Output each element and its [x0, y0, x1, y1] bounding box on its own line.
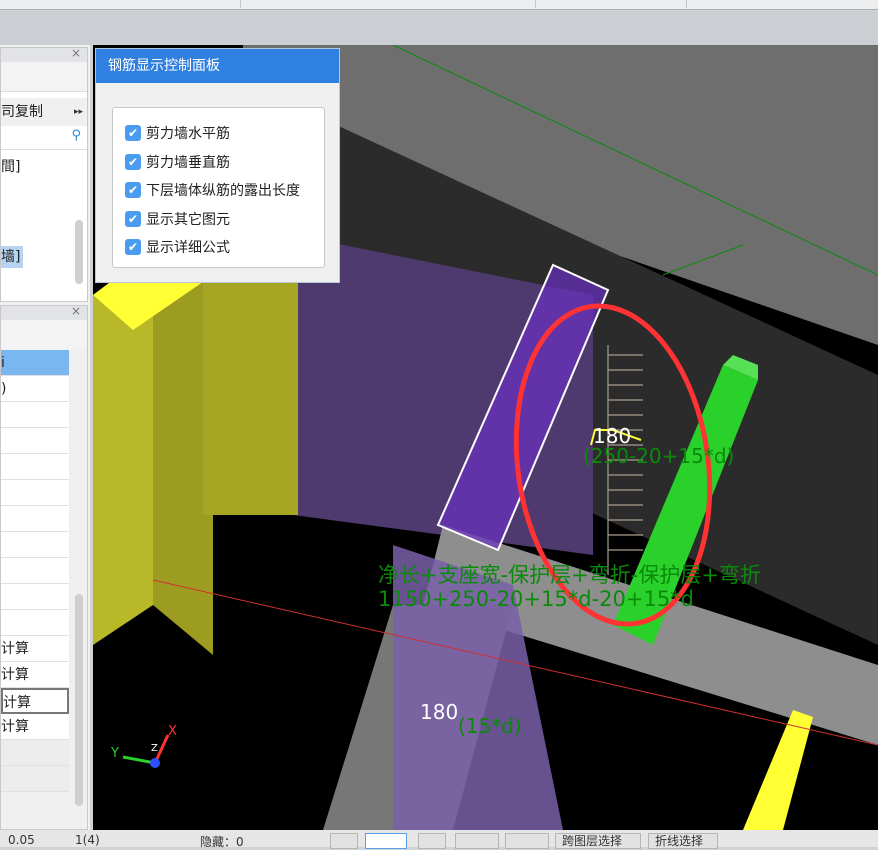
property-row[interactable] — [1, 740, 69, 766]
tree-item-selected[interactable]: 墙] — [1, 246, 24, 268]
property-row[interactable] — [1, 584, 69, 610]
formula-value: 1150+250-20+15*d-20+15*d — [378, 587, 694, 611]
copy-label: 司复制 — [1, 104, 43, 120]
option-label: 剪力墙垂直筋 — [146, 154, 230, 171]
search-input[interactable]: ⚲ — [1, 126, 87, 150]
double-arrow-right-icon[interactable]: ▸▸ — [74, 98, 83, 126]
svg-text:Z: Z — [151, 743, 158, 754]
panel-title: 钢筋显示控制面板 — [96, 49, 339, 83]
option-label: 显示详细公式 — [146, 240, 230, 257]
property-row[interactable] — [1, 506, 69, 532]
option-label: 下层墙体纵筋的露出长度 — [146, 183, 300, 200]
left-pane: × 司复制 ▸▸ ⚲ 間] 墙] × i) 计算 计算 计算 计算 — [0, 45, 90, 830]
copy-row[interactable]: 司复制 ▸▸ — [1, 98, 87, 126]
formula-label: 净长+支座宽-保护层+弯折-保护层+弯折 — [378, 563, 761, 587]
toolbar — [0, 11, 878, 45]
checkbox-lower-wall-exposed-length[interactable]: ✔ 下层墙体纵筋的露出长度 — [125, 176, 324, 205]
menu-divider — [686, 0, 687, 8]
check-icon[interactable]: ✔ — [125, 239, 141, 256]
panel-subheader — [1, 62, 87, 92]
property-row[interactable]: 计算 — [1, 662, 69, 688]
property-row[interactable] — [1, 610, 69, 636]
property-row[interactable]: i — [1, 350, 69, 376]
formula-bottom: (15*d) — [458, 714, 522, 738]
checkbox-wall-horizontal-rebar[interactable]: ✔ 剪力墙水平筋 — [125, 119, 324, 148]
menu-divider — [240, 0, 241, 8]
scrollbar[interactable] — [75, 220, 83, 284]
close-icon[interactable]: × — [71, 304, 81, 318]
scrollbar[interactable] — [75, 594, 83, 806]
check-icon[interactable]: ✔ — [125, 182, 141, 199]
svg-text:X: X — [168, 724, 177, 739]
property-row[interactable] — [1, 558, 69, 584]
checkbox-show-other-elements[interactable]: ✔ 显示其它图元 — [125, 205, 324, 234]
options-box: ✔ 剪力墙水平筋 ✔ 剪力墙垂直筋 ✔ 下层墙体纵筋的露出长度 ✔ 显示其它图元 ✔ 显示… — [112, 107, 325, 268]
coord-readout: 0.05 — [8, 833, 35, 847]
check-icon[interactable]: ✔ — [125, 125, 141, 142]
axis-gizmo: Y X Z — [110, 724, 177, 768]
menu-divider — [535, 0, 536, 8]
tree-item[interactable]: 間] — [1, 156, 20, 178]
panel-header: × — [1, 304, 87, 320]
property-row[interactable] — [1, 428, 69, 454]
yellow-column-2 — [203, 245, 298, 515]
component-tree-panel: × 司复制 ▸▸ ⚲ 間] 墙] — [0, 46, 88, 302]
close-icon[interactable]: × — [71, 46, 81, 60]
panel-subheader — [1, 320, 87, 350]
property-row[interactable] — [1, 402, 69, 428]
panel-header: × — [1, 46, 87, 62]
menu-bar — [0, 0, 878, 10]
option-label: 显示其它图元 — [146, 211, 230, 228]
property-row[interactable]: ) — [1, 376, 69, 402]
floor-readout: 1(4) — [75, 833, 100, 847]
checkbox-wall-vertical-rebar[interactable]: ✔ 剪力墙垂直筋 — [125, 148, 324, 177]
check-icon[interactable]: ✔ — [125, 153, 141, 170]
properties-panel: × i) 计算 计算 计算 计算 — [0, 304, 88, 830]
property-row[interactable] — [1, 480, 69, 506]
svg-text:Y: Y — [110, 746, 119, 761]
property-row[interactable] — [1, 766, 69, 792]
property-row[interactable]: 计算 — [1, 688, 69, 714]
formula-top: (250-20+15*d) — [583, 444, 734, 468]
check-icon[interactable]: ✔ — [125, 210, 141, 227]
rebar-display-control-panel: 钢筋显示控制面板 ✔ 剪力墙水平筋 ✔ 剪力墙垂直筋 ✔ 下层墙体纵筋的露出长度 ✔ 显… — [95, 48, 340, 283]
search-icon[interactable]: ⚲ — [71, 128, 81, 143]
dim-bottom-label: 180 — [420, 700, 458, 724]
option-label: 剪力墙水平筋 — [146, 126, 230, 143]
hidden-count: 隐藏：0 — [200, 835, 244, 849]
property-row[interactable] — [1, 454, 69, 480]
property-row[interactable]: 计算 — [1, 714, 69, 740]
checkbox-show-detailed-formula[interactable]: ✔ 显示详细公式 — [125, 233, 324, 262]
property-row[interactable]: 计算 — [1, 636, 69, 662]
status-bar: 0.05 1(4) 隐藏：0 跨图层选择 折线选择 — [0, 830, 878, 849]
property-row[interactable] — [1, 532, 69, 558]
